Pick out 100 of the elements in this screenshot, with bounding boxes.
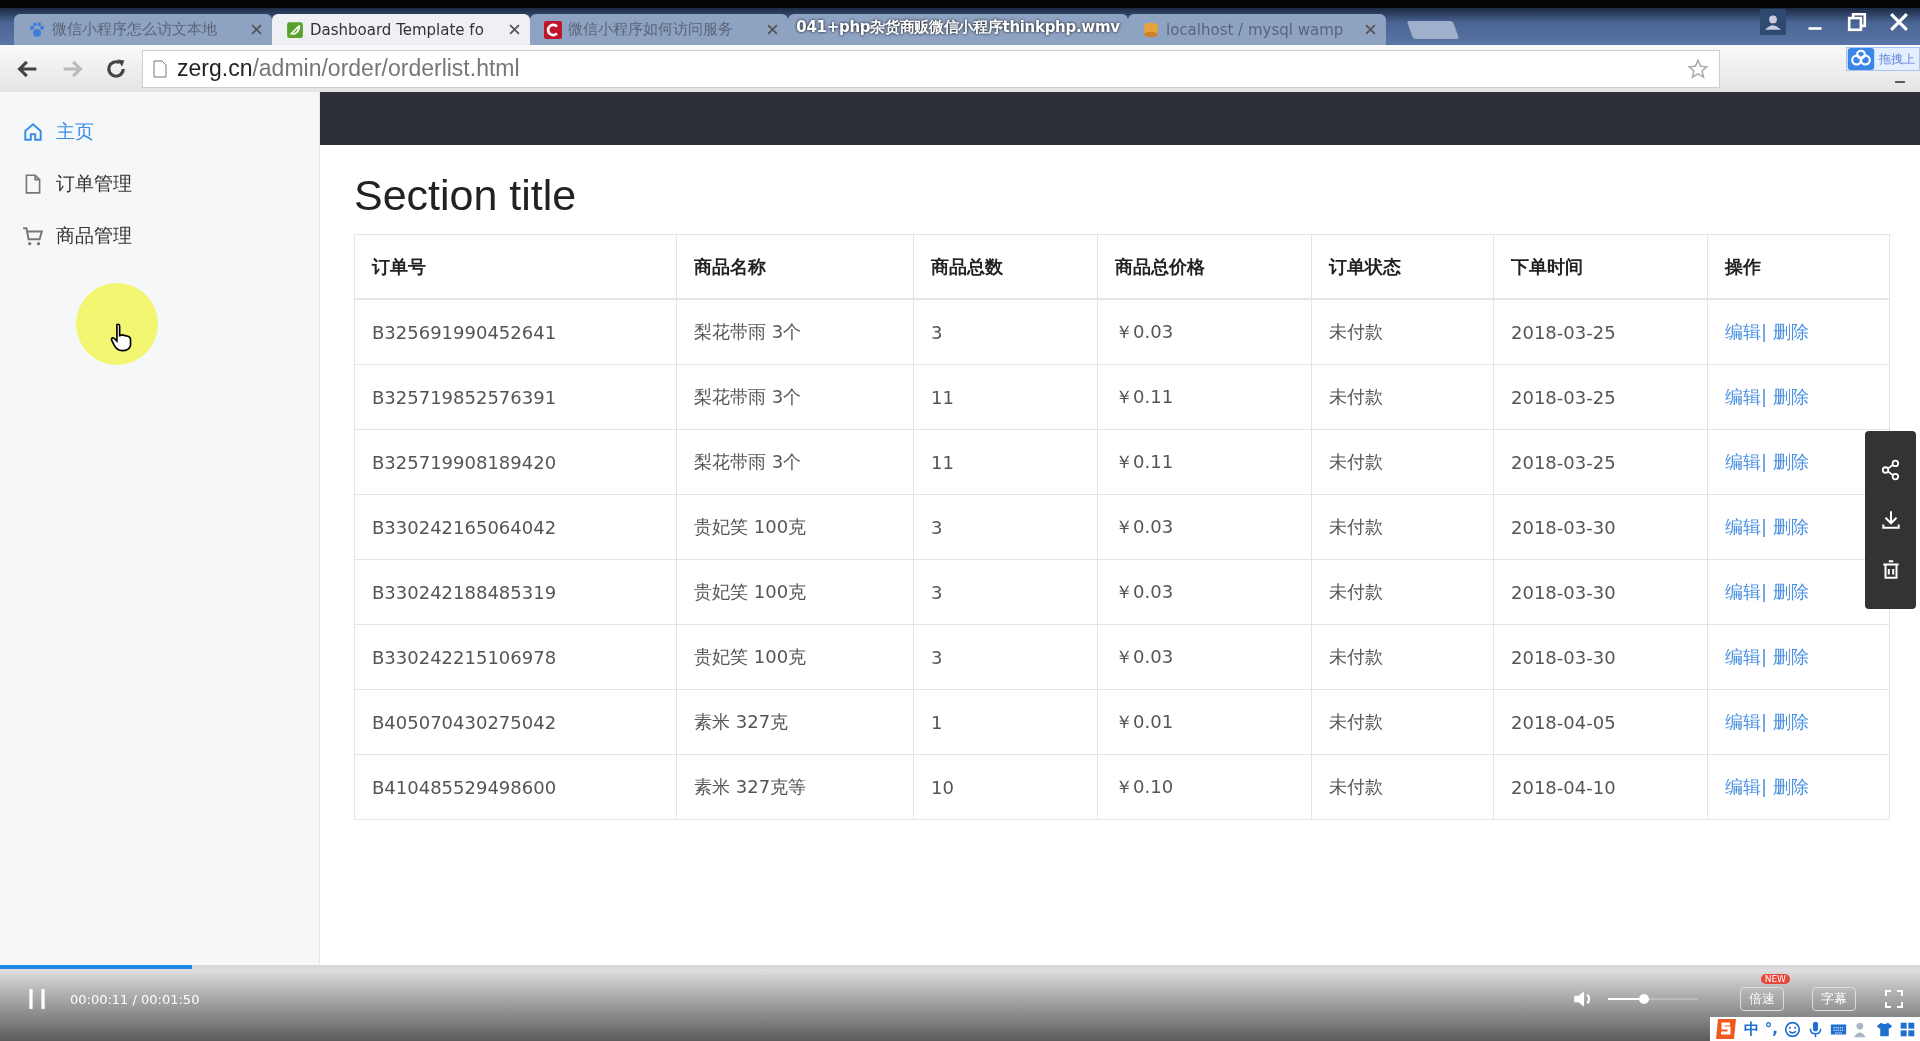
table-cell: 2018-03-30 (1493, 494, 1708, 560)
tab-title: Dashboard Template fo (310, 20, 484, 39)
table-cell: 贵妃笑 100克 (676, 559, 914, 625)
table-cell: B330242215106978 (354, 624, 677, 690)
browser-tab[interactable]: 微信小程序怎么访文本地 (14, 14, 272, 45)
tab-title: localhost / mysql wamp (1166, 20, 1344, 39)
table-cell: B330242165064042 (354, 494, 677, 560)
sidebar-item[interactable]: 商品管理 (0, 210, 319, 262)
table-cell: 1 (913, 689, 1098, 755)
table-cell: 贵妃笑 100克 (676, 624, 914, 690)
table-cell: ￥0.03 (1097, 624, 1312, 690)
new-badge: NEW (1760, 974, 1790, 984)
delete-link[interactable]: 删除 (1772, 711, 1809, 732)
separator: | (1761, 386, 1768, 407)
ime-mode[interactable]: °, (1764, 1020, 1778, 1038)
table-cell: B405070430275042 (354, 689, 677, 755)
delete-link[interactable]: 删除 (1772, 386, 1809, 407)
column-header: 商品总价格 (1097, 234, 1312, 299)
delete-link[interactable]: 删除 (1772, 646, 1809, 667)
column-header: 订单状态 (1311, 234, 1494, 299)
table-cell: ￥0.11 (1097, 364, 1312, 430)
browser-tab[interactable]: 微信小程序如何访问服务 (530, 14, 788, 45)
table-cell: 梨花带雨 3个 (676, 299, 914, 365)
column-header: 下单时间 (1493, 234, 1708, 299)
table-cell: 未付款 (1311, 364, 1494, 430)
sidebar-item[interactable]: 订单管理 (0, 158, 319, 210)
delete-link[interactable]: 删除 (1772, 776, 1809, 797)
table-cell: 2018-03-30 (1493, 624, 1708, 690)
table-cell: 未付款 (1311, 624, 1494, 690)
table-cell: 2018-03-30 (1493, 559, 1708, 625)
table-cell: 素米 327克等 (676, 754, 914, 820)
table-cell: B325719852576391 (354, 364, 677, 430)
table-cell: 未付款 (1311, 559, 1494, 625)
edit-link[interactable]: 编辑 (1725, 321, 1761, 342)
table-cell: 未付款 (1311, 494, 1494, 560)
table-cell: ￥0.11 (1097, 429, 1312, 495)
table-cell: ￥0.03 (1097, 559, 1312, 625)
browser-tab[interactable]: localhost / mysql wamp (1128, 14, 1386, 45)
table-cell: B410485529498600 (354, 754, 677, 820)
table-cell: 11 (913, 364, 1098, 430)
edit-link[interactable]: 编辑 (1725, 516, 1761, 537)
table-cell: 3 (913, 624, 1098, 690)
browser-tab[interactable]: Dashboard Template fo (272, 14, 530, 45)
table-cell: 未付款 (1311, 299, 1494, 365)
column-header: 商品总数 (913, 234, 1098, 299)
delete-link[interactable]: 删除 (1772, 321, 1809, 342)
table-cell: 2018-04-05 (1493, 689, 1708, 755)
table-cell: 2018-04-10 (1493, 754, 1708, 820)
url-text: zerg.cn/admin/order/orderlist.html (177, 55, 520, 82)
table-cell: 10 (913, 754, 1098, 820)
table-cell: B325719908189420 (354, 429, 677, 495)
edit-link[interactable]: 编辑 (1725, 646, 1761, 667)
separator: | (1761, 581, 1768, 602)
delete-link[interactable]: 删除 (1772, 451, 1809, 472)
table-cell: 素米 327克 (676, 689, 914, 755)
separator: | (1761, 321, 1768, 342)
tab-title: 微信小程序如何访问服务 (568, 20, 733, 39)
separator: | (1761, 646, 1768, 667)
table-cell: 3 (913, 559, 1098, 625)
edit-link[interactable]: 编辑 (1725, 451, 1761, 472)
table-cell: 3 (913, 494, 1098, 560)
table-cell: 3 (913, 299, 1098, 365)
table-cell: ￥0.03 (1097, 494, 1312, 560)
table-cell: B330242188485319 (354, 559, 677, 625)
table-cell: B325691990452641 (354, 299, 677, 365)
player-button[interactable]: 倍速 (1740, 987, 1784, 1011)
address-field[interactable]: zerg.cn/admin/order/orderlist.html (142, 49, 1720, 88)
table-cell: 未付款 (1311, 429, 1494, 495)
table-cell: ￥0.10 (1097, 754, 1312, 820)
video-title: 041+php杂货商贩微信小程序thinkphp.wmv (788, 14, 1128, 45)
table-cell: 2018-03-25 (1493, 429, 1708, 495)
delete-link[interactable]: 删除 (1772, 581, 1809, 602)
column-header: 订单号 (354, 234, 677, 299)
delete-link[interactable]: 删除 (1772, 516, 1809, 537)
separator: | (1761, 776, 1768, 797)
separator: | (1761, 451, 1768, 472)
table-cell: 2018-03-25 (1493, 364, 1708, 430)
separator: | (1761, 711, 1768, 732)
column-header: 商品名称 (676, 234, 914, 299)
time-display: 00:00:11 / 00:01:50 (70, 991, 200, 1007)
table-cell: ￥0.03 (1097, 299, 1312, 365)
edit-link[interactable]: 编辑 (1725, 776, 1761, 797)
section-title: Section title (354, 171, 578, 220)
edit-link[interactable]: 编辑 (1725, 581, 1761, 602)
ime-mode[interactable]: 中 (1743, 1019, 1759, 1039)
tab-title: 微信小程序怎么访文本地 (52, 20, 217, 39)
separator: | (1761, 516, 1768, 537)
table-cell: ￥0.01 (1097, 689, 1312, 755)
table-cell: 未付款 (1311, 689, 1494, 755)
table-cell: 2018-03-25 (1493, 299, 1708, 365)
player-button[interactable]: 字幕 (1812, 987, 1856, 1011)
edit-link[interactable]: 编辑 (1725, 711, 1761, 732)
sidebar-item[interactable]: 主页 (0, 106, 319, 158)
table-cell: 未付款 (1311, 754, 1494, 820)
table-cell: 梨花带雨 3个 (676, 364, 914, 430)
edit-link[interactable]: 编辑 (1725, 386, 1761, 407)
table-cell: 梨花带雨 3个 (676, 429, 914, 495)
table-cell: 贵妃笑 100克 (676, 494, 914, 560)
column-header: 操作 (1707, 234, 1890, 299)
table-cell: 11 (913, 429, 1098, 495)
